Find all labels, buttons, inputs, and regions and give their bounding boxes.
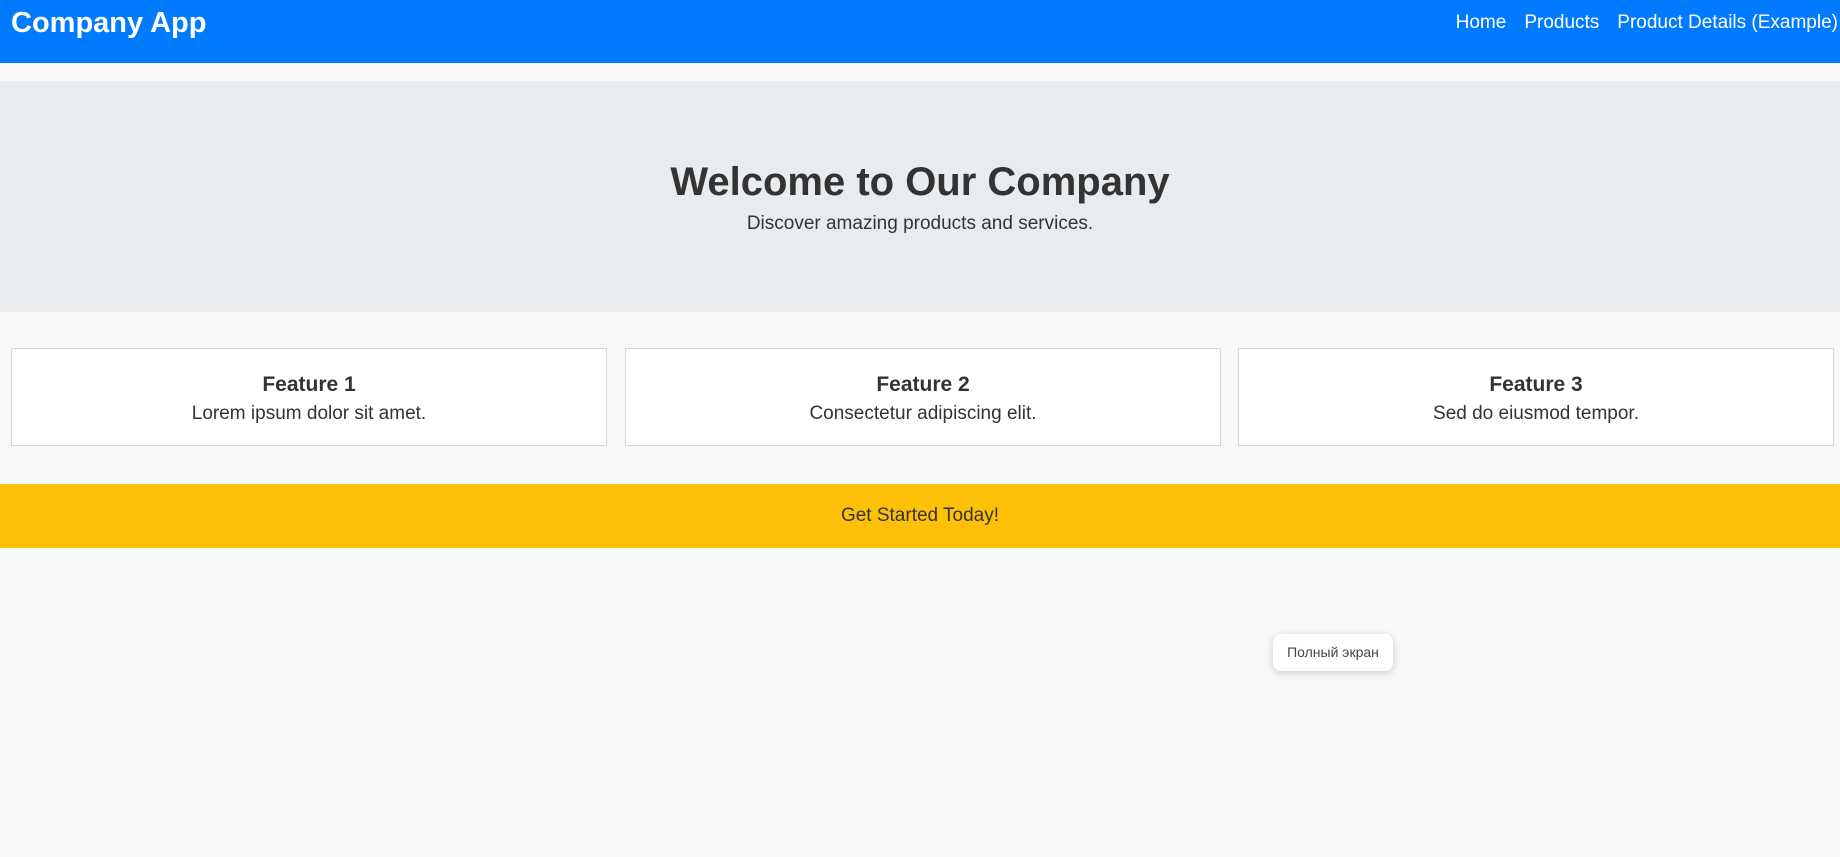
hero-title: Welcome to Our Company [670, 160, 1170, 204]
brand-logo-text[interactable]: Company App [11, 7, 206, 39]
feature-title: Feature 1 [262, 373, 356, 396]
feature-card-3: Feature 3 Sed do eiusmod tempor. [1238, 348, 1834, 446]
hero-section: Welcome to Our Company Discover amazing … [0, 81, 1840, 312]
nav-link-home[interactable]: Home [1456, 12, 1507, 34]
feature-text: Lorem ipsum dolor sit amet. [191, 403, 427, 424]
feature-text: Sed do eiusmod tempor. [1433, 403, 1639, 424]
get-started-label: Get Started Today! [840, 505, 1000, 526]
feature-card-2: Feature 2 Consectetur adipiscing elit. [625, 348, 1221, 446]
feature-title: Feature 2 [876, 373, 970, 396]
nav-link-products[interactable]: Products [1524, 12, 1599, 34]
feature-text: Consectetur adipiscing elit. [809, 403, 1037, 424]
fullscreen-button[interactable]: Полный экран [1273, 634, 1393, 671]
top-navbar: Company App Home Products Product Detail… [0, 0, 1840, 63]
nav-link-product-details[interactable]: Product Details (Example) [1617, 12, 1838, 34]
feature-card-1: Feature 1 Lorem ipsum dolor sit amet. [11, 348, 607, 446]
main-nav: Home Products Product Details (Example) [1456, 12, 1838, 34]
hero-subtitle: Discover amazing products and services. [746, 213, 1094, 234]
get-started-banner[interactable]: Get Started Today! [0, 484, 1840, 548]
feature-title: Feature 3 [1489, 373, 1583, 396]
